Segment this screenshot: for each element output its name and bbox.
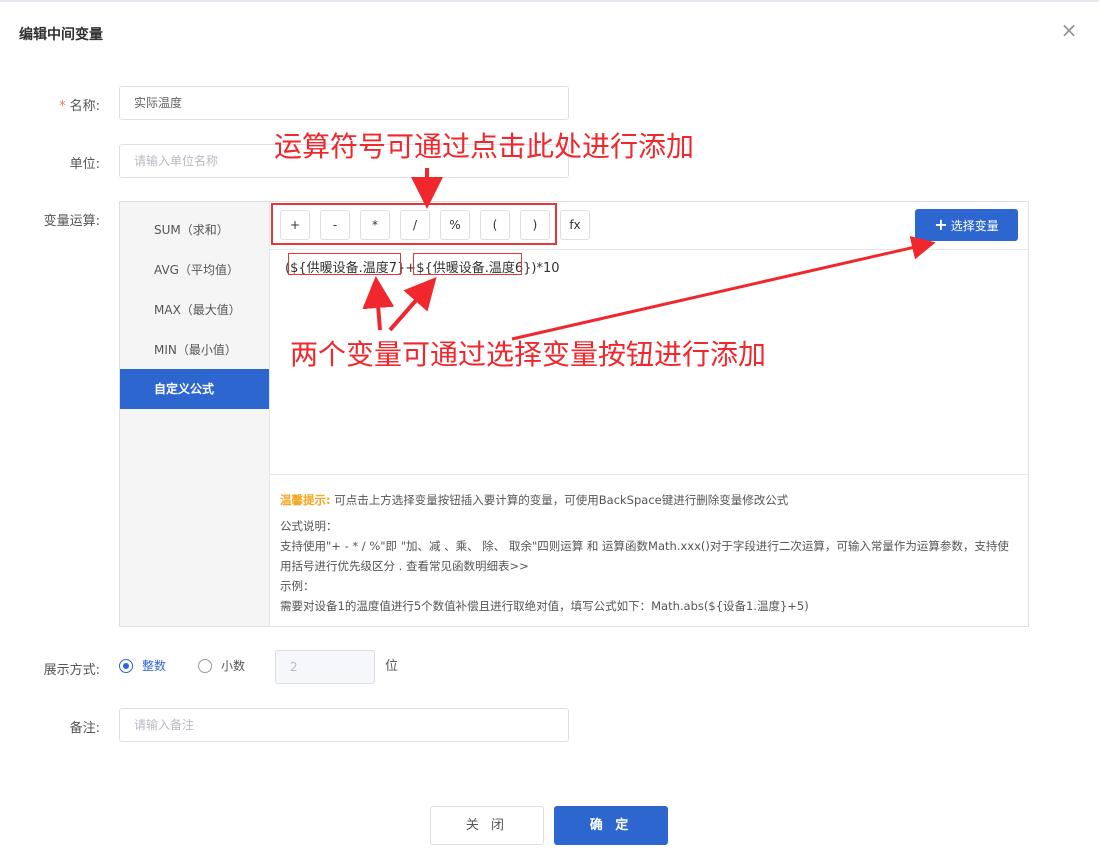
- decimal-radio-label[interactable]: 小数: [221, 659, 245, 674]
- name-label: * 名称:: [20, 95, 100, 114]
- example-title: 示例：: [280, 579, 315, 593]
- select-variable-button[interactable]: + 选择变量: [915, 209, 1018, 241]
- select-variable-label: 选择变量: [950, 219, 999, 233]
- variable-1-highlight-box: [288, 253, 401, 275]
- display-label: 展示方式:: [43, 663, 100, 678]
- variable-2-highlight-box: [413, 253, 522, 275]
- sidebar-item-avg[interactable]: AVG（平均值）: [120, 250, 269, 290]
- operators-highlight-box: [271, 203, 557, 245]
- unit-label: 单位:: [69, 157, 100, 172]
- integer-radio[interactable]: [119, 659, 133, 673]
- tips-area: 温馨提示: 可点击上方选择变量按钮插入要计算的变量，可使用BackSpace键进…: [270, 474, 1028, 626]
- decimal-unit-label: 位: [385, 659, 399, 674]
- remark-input[interactable]: 请输入备注: [119, 708, 569, 742]
- decimal-places-input[interactable]: 2: [275, 650, 375, 684]
- example-text: 需要对设备1的温度值进行5个数值补偿且进行取绝对值，填写公式如下：Math.ab…: [280, 599, 809, 613]
- formula-tail: )*10: [531, 261, 560, 276]
- variables-annotation: 两个变量可通过选择变量按钮进行添加: [290, 338, 767, 371]
- plus-icon: +: [934, 215, 948, 234]
- hint-line: 温馨提示: 可点击上方选择变量按钮插入要计算的变量，可使用BackSpace键进…: [280, 490, 1018, 510]
- hint-text: 可点击上方选择变量按钮插入要计算的变量，可使用BackSpace键进行删除变量修…: [334, 493, 789, 507]
- desc-text: 支持使用"+ - * / %"即 "加、减 、乘、 除、 取余"四则运算 和 运…: [280, 539, 1009, 573]
- integer-radio-label[interactable]: 整数: [142, 659, 166, 674]
- confirm-button[interactable]: 确 定: [554, 806, 668, 845]
- hint-title: 温馨提示:: [280, 493, 331, 507]
- desc-title: 公式说明：: [280, 519, 338, 533]
- cancel-button[interactable]: 关 闭: [430, 806, 544, 845]
- sidebar-item-custom-formula[interactable]: 自定义公式: [120, 369, 269, 409]
- top-divider: [0, 0, 1099, 2]
- operators-annotation: 运算符号可通过点击此处进行添加: [274, 130, 695, 163]
- decimal-radio[interactable]: [198, 659, 212, 673]
- sidebar-item-max[interactable]: MAX（最大值）: [120, 290, 269, 330]
- dialog-title: 编辑中间变量: [19, 27, 103, 43]
- name-label-text: 名称:: [69, 99, 100, 114]
- function-sidebar: SUM（求和） AVG（平均值） MAX（最大值） MIN（最小值） 自定义公式: [120, 202, 270, 626]
- name-input[interactable]: 实际温度: [119, 86, 569, 120]
- formula-label: 变量运算:: [43, 214, 100, 229]
- sidebar-item-min[interactable]: MIN（最小值）: [120, 330, 269, 370]
- function-fx-button[interactable]: fx: [560, 210, 590, 240]
- close-icon[interactable]: ×: [1058, 19, 1080, 41]
- sidebar-item-sum[interactable]: SUM（求和）: [120, 210, 269, 250]
- formula-panel: SUM（求和） AVG（平均值） MAX（最大值） MIN（最小值） 自定义公式…: [119, 201, 1029, 627]
- remark-label: 备注:: [69, 721, 100, 736]
- required-mark: *: [59, 99, 66, 114]
